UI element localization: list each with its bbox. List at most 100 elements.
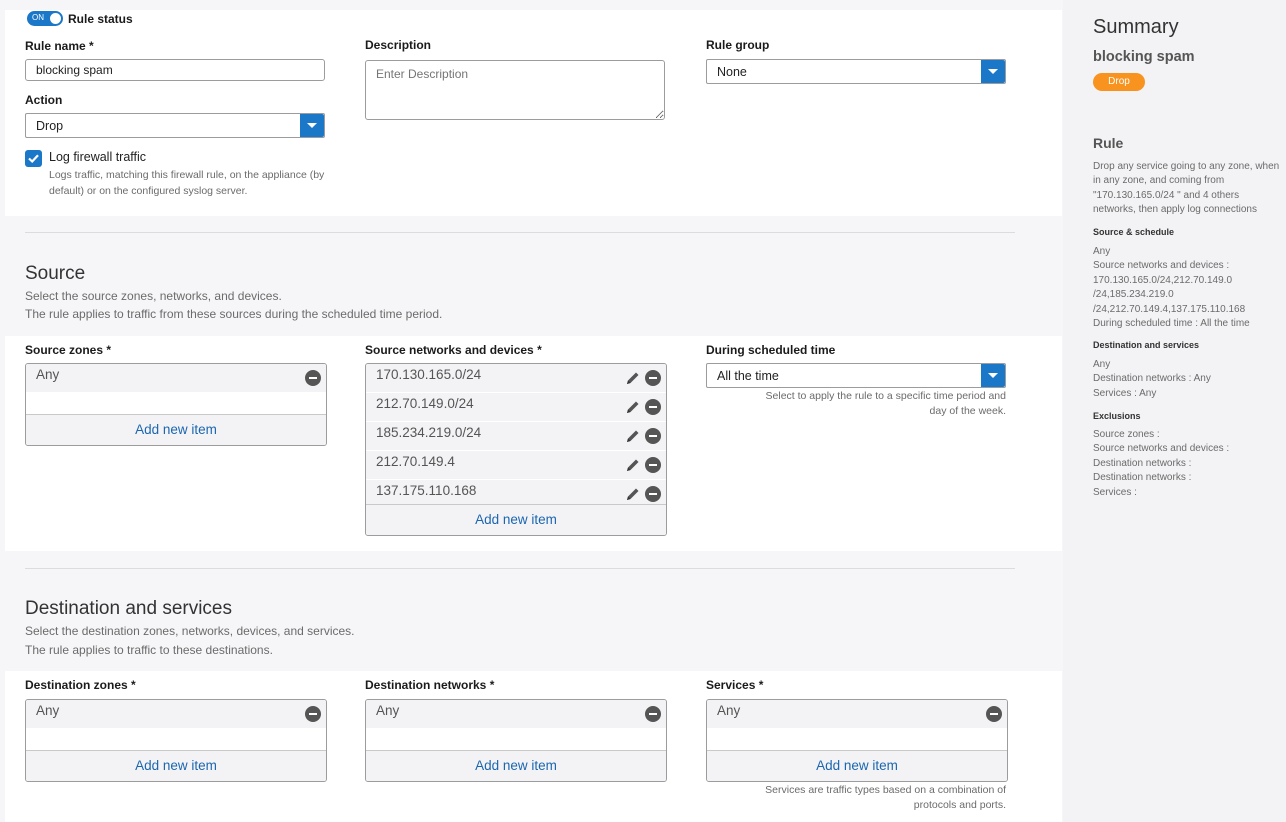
destination-desc-2: The rule applies to traffic to these des… (25, 643, 273, 657)
list-item-text: Any (36, 703, 60, 718)
summary-text-line: Any (1093, 246, 1111, 257)
summary-text-line: 170.130.165.0/24,212.70.149.0 (1093, 274, 1233, 286)
description-label: Description (365, 38, 432, 52)
summary-text-line: Services : (1093, 486, 1137, 498)
list-item: 212.70.149.4 (366, 451, 666, 480)
list-item: 170.130.165.0/24 (366, 364, 666, 393)
list-item: 212.70.149.0/24 (366, 393, 666, 422)
summary-text-line: During scheduled time : All the time (1093, 318, 1250, 330)
rule-status-toggle[interactable]: ON (27, 11, 63, 26)
remove-icon[interactable] (645, 399, 661, 415)
schedule-hint-2: day of the week. (929, 405, 1006, 417)
destination-networks-label: Destination networks * (365, 678, 495, 692)
summary-exclusions-lines: Source zones : Source networks and devic… (1093, 428, 1229, 500)
schedule-value: All the time (717, 368, 779, 383)
toggle-knob (50, 13, 61, 24)
remove-icon[interactable] (305, 706, 321, 722)
summary-text-line: Destination networks : (1093, 457, 1192, 469)
list-item-text: 170.130.165.0/24 (376, 367, 482, 382)
log-traffic-help-2: default) or on the configured syslog ser… (49, 185, 248, 197)
edit-pencil-icon[interactable] (625, 370, 641, 386)
schedule-select[interactable]: All the time (706, 363, 1006, 388)
schedule-label: During scheduled time (706, 343, 836, 357)
list-item: Any (26, 364, 326, 393)
remove-icon[interactable] (305, 370, 321, 386)
rule-group-label: Rule group (706, 38, 770, 52)
remove-icon[interactable] (645, 486, 661, 502)
action-select[interactable]: Drop (25, 113, 325, 138)
summary-source-lines: Any Source networks and devices : 170.13… (1093, 245, 1250, 331)
remove-icon[interactable] (645, 457, 661, 473)
add-new-item-button[interactable]: Add new item (26, 414, 326, 445)
summary-text-line: Drop any service going to any zone, when (1093, 161, 1280, 172)
source-desc-1: Select the source zones, networks, and d… (25, 289, 282, 303)
rule-group-select[interactable]: None (706, 59, 1006, 84)
summary-text-line: Any (1093, 359, 1111, 370)
source-desc-2: The rule applies to traffic from these s… (25, 307, 443, 321)
summary-text-line: Services : Any (1093, 387, 1157, 399)
list-item: Any (366, 700, 666, 729)
add-new-item-button[interactable]: Add new item (707, 750, 1007, 781)
summary-text-line: networks, then apply log connections (1093, 204, 1257, 216)
summary-text-line: /24,185.234.219.0 (1093, 289, 1174, 301)
edit-pencil-icon[interactable] (625, 457, 641, 473)
remove-icon[interactable] (645, 370, 661, 386)
list-item-text: 212.70.149.4 (376, 454, 455, 469)
description-input[interactable] (365, 60, 665, 120)
services-hint-1: Services are traffic types based on a co… (765, 784, 1006, 796)
destination-title: Destination and services (25, 598, 232, 619)
action-value: Drop (36, 118, 64, 133)
list-item: Any (26, 700, 326, 729)
remove-icon[interactable] (645, 428, 661, 444)
action-badge: Drop (1093, 73, 1145, 91)
toggle-on-label: ON (32, 13, 44, 22)
rule-name-input[interactable]: blocking spam (25, 59, 325, 81)
source-title: Source (25, 263, 86, 284)
chevron-down-icon[interactable] (981, 364, 1005, 387)
summary-text-line: /24,212.70.149.4,137.175.110.168 (1093, 303, 1246, 315)
summary-rule-name: blocking spam (1093, 49, 1195, 65)
remove-icon[interactable] (645, 706, 661, 722)
summary-source-heading: Source & schedule (1093, 227, 1175, 237)
summary-rule-heading: Rule (1093, 135, 1124, 151)
rule-group-value: None (717, 64, 747, 79)
log-traffic-checkbox[interactable] (25, 150, 42, 167)
services-hint-2: protocols and ports. (913, 799, 1006, 811)
add-new-item-button[interactable]: Add new item (366, 504, 666, 535)
rule-status-label: Rule status (68, 12, 133, 26)
remove-icon[interactable] (986, 706, 1002, 722)
summary-text-line: "170.130.165.0/24 " and 4 others (1093, 189, 1240, 201)
source-zones-label: Source zones * (25, 343, 112, 357)
rule-name-label: Rule name * (25, 39, 94, 53)
list-item-text: 185.234.219.0/24 (376, 425, 482, 440)
action-label: Action (25, 93, 63, 107)
services-label: Services * (706, 678, 764, 692)
services-list: Any Add new item (706, 699, 1008, 782)
source-networks-label: Source networks and devices * (365, 343, 542, 357)
list-item: 185.234.219.0/24 (366, 422, 666, 451)
summary-destination-lines: Any Destination networks : Any Services … (1093, 358, 1211, 401)
edit-pencil-icon[interactable] (625, 428, 641, 444)
edit-pencil-icon[interactable] (625, 486, 641, 502)
summary-title: Summary (1093, 16, 1179, 38)
destination-desc-1: Select the destination zones, networks, … (25, 624, 355, 638)
destination-zones-label: Destination zones * (25, 678, 136, 692)
list-item-text: 137.175.110.168 (376, 483, 477, 498)
source-networks-list: 170.130.165.0/24 212.70.149.0/24 185.234… (365, 363, 667, 536)
edit-pencil-icon[interactable] (625, 399, 641, 415)
add-new-item-button[interactable]: Add new item (26, 750, 326, 781)
summary-text-line: Source zones : (1093, 429, 1160, 440)
chevron-down-icon[interactable] (981, 60, 1005, 83)
summary-text-line: Destination networks : (1093, 472, 1192, 484)
list-item: Any (707, 700, 1007, 729)
summary-text-line: in any zone, and coming from (1093, 175, 1225, 187)
destination-networks-list: Any Add new item (365, 699, 667, 782)
summary-text-line: Source networks and devices : (1093, 443, 1230, 455)
destination-zones-list: Any Add new item (25, 699, 327, 782)
divider (25, 568, 1015, 569)
summary-destination-heading: Destination and services (1093, 340, 1200, 350)
source-zones-list: Any Add new item (25, 363, 327, 446)
chevron-down-icon[interactable] (300, 114, 324, 137)
add-new-item-button[interactable]: Add new item (366, 750, 666, 781)
summary-text-line: Destination networks : Any (1093, 373, 1211, 385)
